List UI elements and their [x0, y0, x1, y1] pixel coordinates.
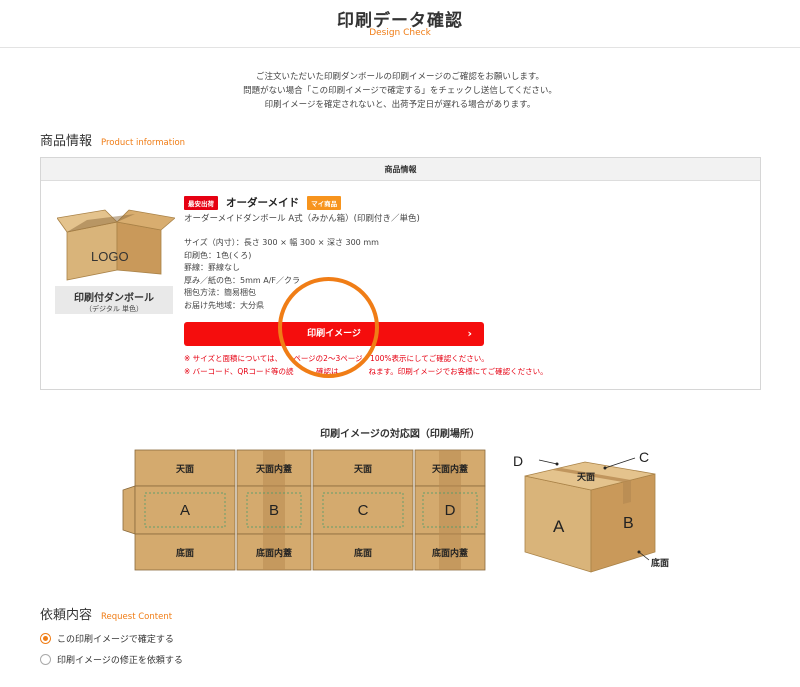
product-title: オーダーメイド: [226, 197, 300, 209]
top-label-1: 天面: [176, 464, 194, 474]
side-label-c: C: [358, 502, 369, 519]
product-thumb-label: 印刷付ダンボール （デジタル 単色）: [55, 286, 173, 314]
my-product-badge: マイ商品: [307, 195, 342, 210]
thumb-subname: （デジタル 単色）: [84, 305, 144, 313]
product-title-row: 最安出荷 オーダーメイド マイ商品: [184, 195, 342, 210]
bottom-label-1: 底面: [176, 547, 194, 558]
note-barcode: ※ バーコード、QRコード等の読 確認は ねます。印刷イメージでお客様にてご確認…: [184, 367, 548, 376]
box3d-side-label: B: [623, 515, 634, 532]
box3d-front-label: A: [553, 517, 565, 536]
option-confirm-label: この印刷イメージで確定する: [57, 635, 174, 645]
top-label-2: 天面内蓋: [256, 463, 292, 474]
thumb-logo-text: LOGO: [91, 249, 129, 264]
box3d-label-c: C: [639, 449, 649, 465]
top-label-4: 天面内蓋: [432, 463, 468, 474]
product-panel: 商品情報 LOGO 印刷付ダンボール （デジタル 単色） 最安出荷 オーダーメイ…: [40, 157, 761, 390]
request-section-subtitle: Request Content: [101, 612, 173, 622]
spec-crease: 罫線：罫線なし: [184, 263, 240, 272]
side-label-d: D: [445, 502, 456, 519]
radio-confirm[interactable]: [40, 633, 51, 644]
intro-line-1: ご注文いただいた印刷ダンボールの印刷イメージのご確認をお願いします。: [256, 72, 544, 82]
radio-revise[interactable]: [40, 654, 51, 665]
header-divider: [0, 47, 800, 48]
box3d-bottom-label: 底面: [651, 557, 669, 568]
bottom-label-2: 底面内蓋: [256, 547, 292, 558]
product-description: オーダーメイドダンボール A式（みかん箱）(印刷付き／単色): [184, 214, 420, 224]
best-price-badge: 最安出荷: [184, 195, 218, 210]
diagram-title: 印刷イメージの対応図（印刷場所）: [320, 429, 480, 440]
option-revise-label: 印刷イメージの修正を依頼する: [57, 656, 183, 666]
product-section-heading: 商品情報 Product information: [40, 130, 185, 149]
highlight-circle: [278, 277, 379, 378]
intro-line-2: 問題がない場合「この印刷イメージで確定する」をチェックし送信してください。: [243, 86, 557, 96]
bottom-label-4: 底面内蓋: [432, 547, 468, 558]
thumb-name: 印刷付ダンボール: [74, 293, 154, 304]
spec-print-color: 印刷色：1色(くろ): [184, 250, 252, 260]
product-section-title: 商品情報: [40, 134, 93, 149]
request-section-title: 依頼内容: [40, 608, 93, 623]
flat-layout-diagram: 天面 天面内蓋 天面 天面内蓋 A B C D 底面 底面内蓋 底面 底面内蓋: [122, 449, 486, 571]
side-label-a: A: [180, 502, 190, 519]
box3d-label-d: D: [513, 453, 523, 469]
intro-line-3: 印刷イメージを確定されないと、出荷予定日が遅れる場合があります。: [264, 100, 536, 110]
box-3d-diagram: 天面 A B D C 底面: [513, 449, 669, 573]
top-label-3: 天面: [354, 464, 372, 474]
page-subtitle: Design Check: [369, 28, 431, 38]
chevron-right-icon: ›: [467, 327, 472, 340]
option-confirm[interactable]: この印刷イメージで確定する: [40, 632, 174, 645]
product-section-subtitle: Product information: [101, 138, 186, 148]
cardboard-box-thumbnail: LOGO: [57, 209, 175, 281]
box3d-top-label: 天面: [577, 472, 595, 482]
spec-size: サイズ（内寸）：長さ 300 × 幅 300 × 深さ 300 mm: [184, 238, 379, 247]
bottom-label-3: 底面: [354, 547, 372, 558]
panel-header: 商品情報: [41, 158, 760, 181]
option-revise[interactable]: 印刷イメージの修正を依頼する: [40, 653, 183, 666]
side-label-b: B: [269, 502, 279, 519]
request-section-heading: 依頼内容 Request Content: [40, 604, 172, 623]
